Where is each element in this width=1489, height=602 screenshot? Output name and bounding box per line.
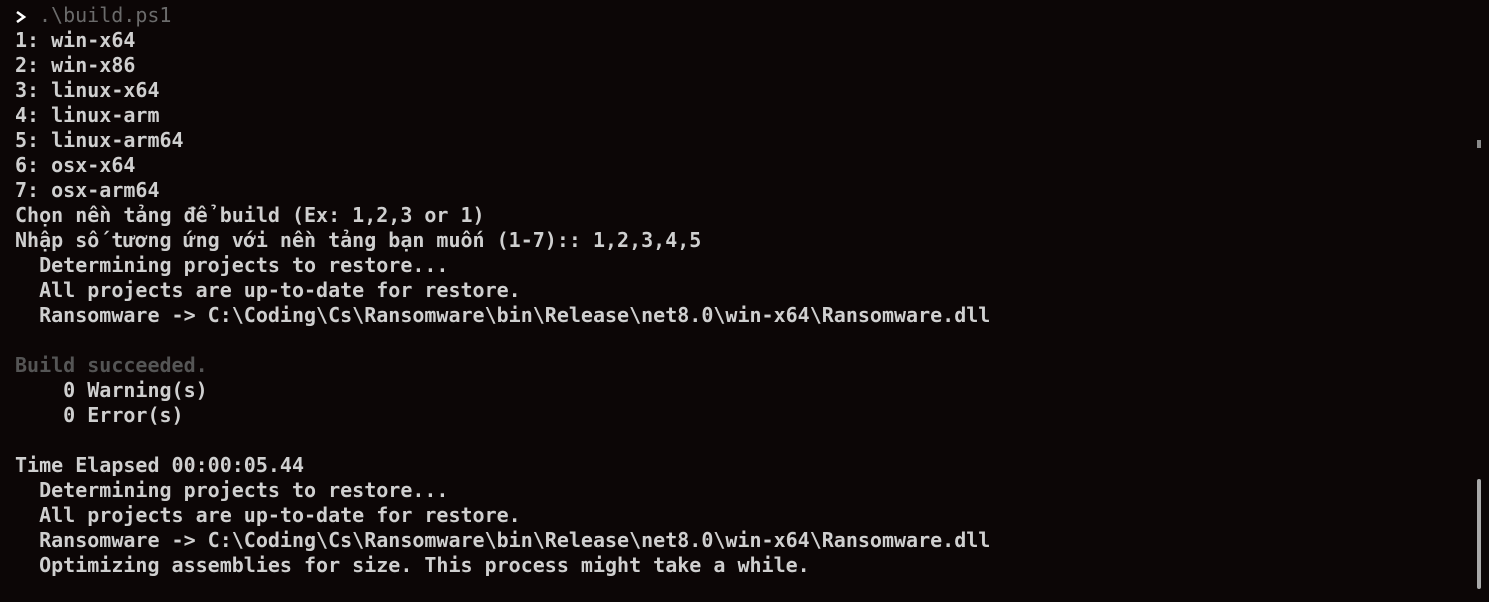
scrollbar-thumb[interactable]: [1477, 479, 1481, 589]
platform-option: 3: linux-x64: [15, 78, 160, 102]
warnings-count: 0 Warning(s): [15, 378, 208, 402]
chevron-right-icon: [15, 11, 27, 23]
platform-option: 2: win-x86: [15, 53, 136, 77]
time-elapsed: Time Elapsed 00:00:05.44: [15, 453, 304, 477]
platform-option: 5: linux-arm64: [15, 128, 184, 152]
platform-input-line: Nhập số tương ứng với nền tảng bạn muốn …: [15, 228, 702, 252]
optimizing-line: Optimizing assemblies for size. This pro…: [15, 553, 810, 577]
uptodate-line: All projects are up-to-date for restore.: [15, 503, 521, 527]
platform-option: 6: osx-x64: [15, 153, 136, 177]
platform-option: 4: linux-arm: [15, 103, 160, 127]
errors-count: 0 Error(s): [15, 403, 184, 427]
build-output-line: Ransomware -> C:\Coding\Cs\Ransomware\bi…: [15, 303, 991, 327]
platform-option: 1: win-x64: [15, 28, 136, 52]
build-succeeded-text: Build succeeded.: [15, 353, 208, 377]
prompt-line: .\build.ps1: [15, 3, 1465, 28]
uptodate-line: All projects are up-to-date for restore.: [15, 278, 521, 302]
build-output-line: Ransomware -> C:\Coding\Cs\Ransomware\bi…: [15, 528, 991, 552]
restore-line: Determining projects to restore...: [15, 478, 449, 502]
command-text: .\build.ps1: [39, 3, 172, 27]
choose-platform-text: Chọn nền tảng để build (Ex: 1,2,3 or 1): [15, 203, 485, 227]
terminal-output[interactable]: .\build.ps1 1: win-x64 2: win-x86 3: lin…: [15, 3, 1465, 602]
scrollbar[interactable]: [1477, 0, 1481, 602]
restore-line: Determining projects to restore...: [15, 253, 449, 277]
platform-option: 7: osx-arm64: [15, 178, 160, 202]
